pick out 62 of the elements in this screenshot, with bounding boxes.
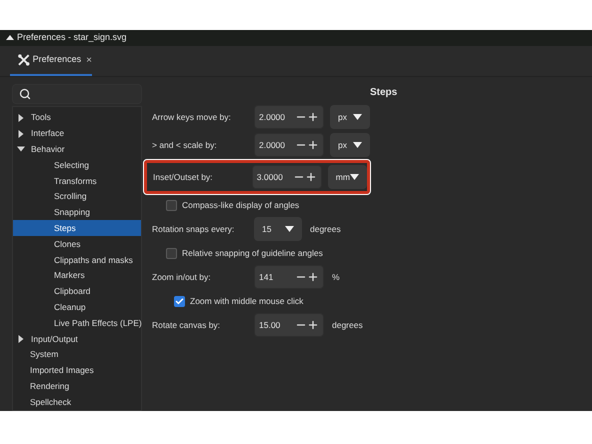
caret-icon [350,174,359,180]
sidebar-item[interactable]: System [13,346,141,363]
spin-field[interactable]: 15.00 [254,313,324,337]
sidebar-item[interactable]: Imported Images [13,362,141,378]
sidebar-item[interactable]: Cleanup [13,299,141,316]
sidebar-item[interactable]: Rendering [13,378,141,394]
page-title: Steps [370,86,398,100]
sidebar-item[interactable]: Spellcheck [13,394,141,410]
sidebar-item[interactable]: Scrolling [13,188,141,205]
spin-field[interactable]: 141 [254,265,324,289]
field-label: Inset/Outset by: [153,170,214,184]
unit-dropdown[interactable]: px [330,133,370,157]
caret-icon [353,142,362,148]
check-icon [175,296,184,306]
caret-icon [353,114,362,120]
value-dropdown[interactable]: 15 [254,217,302,241]
checkbox-label: Compass-like display of angles [182,198,300,212]
spin-field[interactable]: 3.0000 [252,165,322,189]
checkbox-label: Relative snapping of guideline angles [182,246,323,260]
sidebar-item[interactable]: Snapping [13,204,141,220]
close-icon[interactable]: × [86,52,92,68]
app-icon [6,34,14,42]
sidebar-item[interactable]: Tools [13,110,141,126]
search-icon [19,88,31,100]
unit-dropdown[interactable]: mm [328,165,367,189]
sidebar-item[interactable]: Interface [13,126,141,142]
checkbox[interactable] [166,248,177,258]
plus-icon[interactable] [307,111,319,123]
checkbox-label: Zoom with middle mouse click [190,294,304,308]
field-label: Rotation snaps every: [152,222,236,236]
sidebar-item[interactable]: Steps [13,220,141,236]
field-label: Rotate canvas by: [152,318,222,332]
checkbox[interactable] [166,200,177,210]
sidebar-item[interactable]: Transforms [13,173,141,189]
plus-icon[interactable] [307,319,319,331]
sidebar-item[interactable]: Input/Output [13,331,141,347]
search-field[interactable] [12,84,142,104]
expanded-icon[interactable] [17,145,25,154]
sidebar-item[interactable]: Selecting [13,157,141,174]
sidebar-item[interactable]: Clipboard [13,284,141,300]
tools-icon [18,54,30,66]
unit-label: % [332,270,340,284]
unit-label: degrees [310,222,341,236]
field-label: > and < scale by: [152,138,218,152]
collapsed-icon[interactable] [17,334,25,343]
plus-icon[interactable] [307,271,319,283]
unit-label: degrees [332,318,363,332]
plus-icon[interactable] [307,139,319,151]
window-title: Preferences - star_sign.svg [17,31,127,44]
sidebar-item[interactable]: Behavior [13,141,141,158]
sidebar-item[interactable]: Clippaths and masks [13,252,141,268]
sidebar-item[interactable]: Live Path Effects (LPE) [13,315,141,332]
spin-field[interactable]: 2.0000 [254,105,324,129]
sidebar-item[interactable]: Markers [13,268,141,284]
field-label: Arrow keys move by: [152,110,232,124]
unit-dropdown[interactable]: px [330,105,370,129]
caret-icon [285,226,294,232]
plus-icon[interactable] [304,171,317,183]
checkbox[interactable] [174,296,185,306]
sidebar-item[interactable]: Clones [13,236,141,252]
field-label: Zoom in/out by: [152,270,212,284]
spin-field[interactable]: 2.0000 [254,133,324,157]
